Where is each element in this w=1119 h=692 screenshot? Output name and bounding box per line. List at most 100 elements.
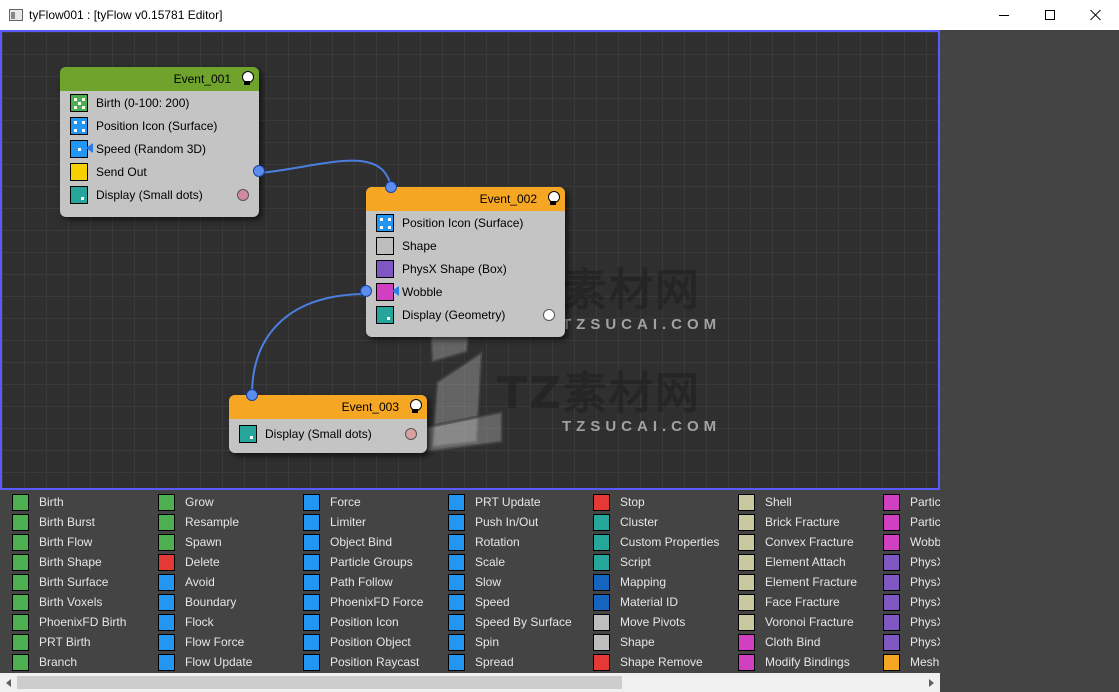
operator-shape[interactable]: Shape bbox=[366, 234, 565, 257]
scroll-right-button[interactable] bbox=[923, 673, 940, 692]
library-item[interactable]: Branch bbox=[12, 652, 152, 672]
library-item[interactable]: Birth bbox=[12, 492, 152, 512]
output-port[interactable] bbox=[360, 285, 372, 297]
library-item[interactable]: Wobb bbox=[883, 532, 940, 552]
operator-display[interactable]: Display (Geometry) bbox=[366, 303, 565, 326]
library-item[interactable]: Modify Bindings bbox=[738, 652, 878, 672]
library-item[interactable]: Spawn bbox=[158, 532, 298, 552]
library-item[interactable]: Resample bbox=[158, 512, 298, 532]
library-item-label: Shell bbox=[765, 495, 792, 509]
library-item[interactable]: Birth Flow bbox=[12, 532, 152, 552]
event-node-003[interactable]: Event_003 Display (Small dots) bbox=[229, 389, 427, 453]
operator-display[interactable]: Display (Small dots) bbox=[229, 422, 427, 445]
library-item[interactable]: PhysX bbox=[883, 592, 940, 612]
library-item[interactable]: PhoenixFD Force bbox=[303, 592, 443, 612]
library-item[interactable]: Force bbox=[303, 492, 443, 512]
library-item[interactable]: PhysX bbox=[883, 612, 940, 632]
library-item[interactable]: Custom Properties bbox=[593, 532, 733, 552]
library-item[interactable]: Scale bbox=[448, 552, 588, 572]
library-item[interactable]: Position Icon bbox=[303, 612, 443, 632]
library-item[interactable]: Material ID bbox=[593, 592, 733, 612]
library-item[interactable]: Birth Surface bbox=[12, 572, 152, 592]
library-item[interactable]: Spread bbox=[448, 652, 588, 672]
library-item[interactable]: Partic bbox=[883, 512, 940, 532]
display-color-swatch[interactable] bbox=[543, 309, 555, 321]
library-item[interactable]: Grow bbox=[158, 492, 298, 512]
library-item[interactable]: PhysX bbox=[883, 632, 940, 652]
library-item[interactable]: Brick Fracture bbox=[738, 512, 878, 532]
display-color-swatch[interactable] bbox=[405, 428, 417, 440]
minimize-button[interactable] bbox=[981, 0, 1027, 30]
library-item[interactable]: Birth Burst bbox=[12, 512, 152, 532]
library-item[interactable]: Rotation bbox=[448, 532, 588, 552]
event-node-001[interactable]: Event_001 Birth (0-100: 200) Position Ic… bbox=[60, 67, 265, 217]
library-item[interactable]: PhysX bbox=[883, 572, 940, 592]
library-item[interactable]: Partic bbox=[883, 492, 940, 512]
library-item[interactable]: PhysX bbox=[883, 552, 940, 572]
display-color-swatch[interactable] bbox=[237, 189, 249, 201]
library-item[interactable]: Avoid bbox=[158, 572, 298, 592]
library-item[interactable]: Flock bbox=[158, 612, 298, 632]
library-item[interactable]: Face Fracture bbox=[738, 592, 878, 612]
library-item[interactable]: Mapping bbox=[593, 572, 733, 592]
lightbulb-icon[interactable] bbox=[547, 191, 560, 207]
library-item[interactable]: Stop bbox=[593, 492, 733, 512]
maximize-button[interactable] bbox=[1027, 0, 1073, 30]
event-node-002[interactable]: Event_002 Position Icon (Surface) Shape … bbox=[360, 181, 565, 337]
flow-graph-canvas[interactable]: TZ素材网 TZSUCAI.COM TZ素材网 TZSUCAI.COM Even… bbox=[0, 30, 940, 490]
library-item[interactable]: Slow bbox=[448, 572, 588, 592]
close-button[interactable] bbox=[1073, 0, 1119, 30]
scrollbar-thumb[interactable] bbox=[17, 676, 622, 689]
input-port[interactable] bbox=[246, 389, 258, 401]
library-item[interactable]: Object Bind bbox=[303, 532, 443, 552]
library-item[interactable]: Shell bbox=[738, 492, 878, 512]
library-item[interactable]: Limiter bbox=[303, 512, 443, 532]
library-item[interactable]: Voronoi Fracture bbox=[738, 612, 878, 632]
operator-speed[interactable]: Speed (Random 3D) bbox=[60, 137, 259, 160]
library-item[interactable]: Delete bbox=[158, 552, 298, 572]
library-item[interactable]: Shape bbox=[593, 632, 733, 652]
scroll-left-button[interactable] bbox=[0, 673, 17, 692]
library-item[interactable]: PhoenixFD Birth bbox=[12, 612, 152, 632]
library-item[interactable]: Position Object bbox=[303, 632, 443, 652]
event-header[interactable]: Event_001 bbox=[60, 67, 259, 91]
library-item[interactable]: Flow Update bbox=[158, 652, 298, 672]
library-item[interactable]: Position Raycast bbox=[303, 652, 443, 672]
lightbulb-icon[interactable] bbox=[241, 71, 254, 87]
operator-birth[interactable]: Birth (0-100: 200) bbox=[60, 91, 259, 114]
library-item[interactable]: Mesh bbox=[883, 652, 940, 672]
library-item[interactable]: Element Fracture bbox=[738, 572, 878, 592]
library-item[interactable]: Speed bbox=[448, 592, 588, 612]
operator-position-icon[interactable]: Position Icon (Surface) bbox=[60, 114, 259, 137]
input-port[interactable] bbox=[385, 181, 397, 193]
library-item[interactable]: Cloth Bind bbox=[738, 632, 878, 652]
library-item[interactable]: Element Attach bbox=[738, 552, 878, 572]
library-item[interactable]: Birth Shape bbox=[12, 552, 152, 572]
library-item[interactable]: PRT Update bbox=[448, 492, 588, 512]
event-header[interactable]: Event_002 bbox=[366, 187, 565, 211]
operator-physx-shape[interactable]: PhysX Shape (Box) bbox=[366, 257, 565, 280]
operator-wobble[interactable]: Wobble bbox=[360, 280, 565, 303]
event-header[interactable]: Event_003 bbox=[229, 395, 427, 419]
operator-position-icon[interactable]: Position Icon (Surface) bbox=[366, 211, 565, 234]
library-item[interactable]: Shape Remove bbox=[593, 652, 733, 672]
lightbulb-icon[interactable] bbox=[409, 399, 422, 415]
library-item[interactable]: Spin bbox=[448, 632, 588, 652]
operator-display[interactable]: Display (Small dots) bbox=[60, 183, 259, 206]
library-item[interactable]: PRT Birth bbox=[12, 632, 152, 652]
output-port[interactable] bbox=[253, 165, 265, 177]
library-item[interactable]: Convex Fracture bbox=[738, 532, 878, 552]
operator-icon bbox=[883, 493, 900, 511]
library-item[interactable]: Speed By Surface bbox=[448, 612, 588, 632]
library-item[interactable]: Path Follow bbox=[303, 572, 443, 592]
library-horizontal-scrollbar[interactable] bbox=[0, 673, 940, 692]
library-item[interactable]: Flow Force bbox=[158, 632, 298, 652]
library-item[interactable]: Birth Voxels bbox=[12, 592, 152, 612]
library-item[interactable]: Move Pivots bbox=[593, 612, 733, 632]
operator-send-out[interactable]: Send Out bbox=[60, 160, 265, 183]
library-item[interactable]: Push In/Out bbox=[448, 512, 588, 532]
library-item[interactable]: Boundary bbox=[158, 592, 298, 612]
library-item[interactable]: Cluster bbox=[593, 512, 733, 532]
library-item[interactable]: Script bbox=[593, 552, 733, 572]
library-item[interactable]: Particle Groups bbox=[303, 552, 443, 572]
